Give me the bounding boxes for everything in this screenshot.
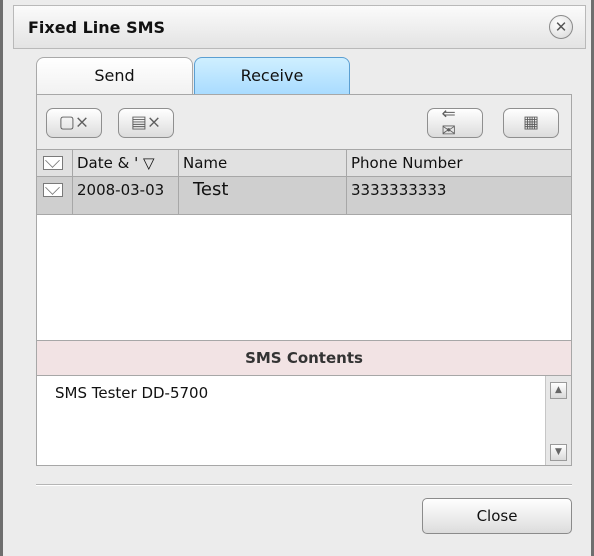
reply-message-icon: ⇐✉ <box>441 104 456 141</box>
column-header-status[interactable] <box>37 150 73 176</box>
delete-message-button[interactable]: ▢× <box>46 108 102 138</box>
fixed-line-sms-window: Fixed Line SMS ✕ Send Receive ▢× ▤× ⇐✉ ▦… <box>0 0 594 556</box>
row-phone: 3333333333 <box>351 181 447 199</box>
tab-receive[interactable]: Receive <box>194 57 350 95</box>
scroll-down-button[interactable]: ▼ <box>550 444 567 461</box>
close-button[interactable]: Close <box>422 498 572 534</box>
title-bar: Fixed Line SMS ✕ <box>13 5 586 49</box>
delete-message-icon: ▢× <box>58 112 90 133</box>
reply-message-button[interactable]: ⇐✉ <box>427 104 483 141</box>
tab-send-label: Send <box>94 66 135 85</box>
scroll-up-icon: ▲ <box>555 385 562 395</box>
view-message-button[interactable]: ▦ <box>503 108 559 138</box>
message-list-empty-area <box>37 215 571 340</box>
row-date: 2008-03-03 <box>73 177 179 214</box>
receive-panel: ▢× ▤× ⇐✉ ▦ Date & ' ▽ Name Phone Number … <box>36 94 572 466</box>
tab-receive-label: Receive <box>240 66 304 85</box>
delete-all-messages-button[interactable]: ▤× <box>118 108 174 138</box>
row-status-cell <box>37 177 73 214</box>
envelope-icon <box>43 156 63 170</box>
view-message-icon: ▦ <box>522 112 540 133</box>
column-header-phone[interactable]: Phone Number <box>347 150 571 176</box>
sms-contents-header: SMS Contents <box>37 340 571 376</box>
message-table-header: Date & ' ▽ Name Phone Number <box>37 149 571 177</box>
table-row[interactable]: 2008-03-03 Test 3333333333 <box>37 177 571 215</box>
sms-contents-body: SMS Tester DD-5700 ▲ ▼ <box>37 376 571 465</box>
close-window-button[interactable]: ✕ <box>549 15 573 39</box>
column-header-name[interactable]: Name <box>179 150 347 176</box>
footer-separator <box>36 484 572 485</box>
scroll-up-button[interactable]: ▲ <box>550 382 567 399</box>
sms-contents-text: SMS Tester DD-5700 <box>55 384 209 402</box>
delete-all-messages-icon: ▤× <box>130 112 162 133</box>
row-name: Test <box>179 177 347 214</box>
tab-send[interactable]: Send <box>36 57 193 95</box>
close-icon: ✕ <box>554 18 568 36</box>
scroll-down-icon: ▼ <box>555 447 562 457</box>
envelope-icon <box>43 183 63 197</box>
window-title: Fixed Line SMS <box>28 18 166 37</box>
sms-scrollbar[interactable]: ▲ ▼ <box>545 376 571 465</box>
column-header-date[interactable]: Date & ' ▽ <box>73 150 179 176</box>
